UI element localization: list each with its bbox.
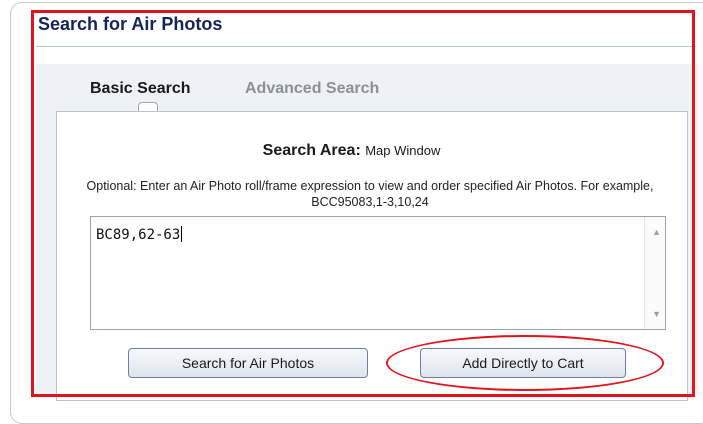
annotation-highlight-box <box>31 10 695 397</box>
